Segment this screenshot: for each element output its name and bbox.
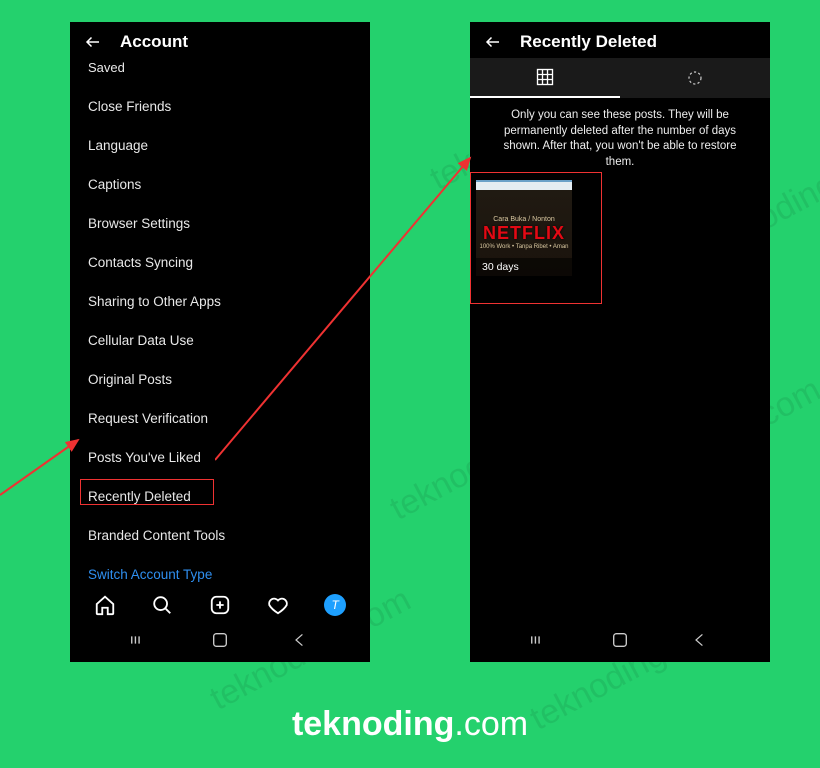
brand-bold: teknoding xyxy=(292,705,454,743)
recents-key-icon[interactable] xyxy=(129,632,151,648)
info-text: Only you can see these posts. They will … xyxy=(470,98,770,178)
account-menu[interactable]: Saved Close Friends Language Captions Br… xyxy=(70,58,370,584)
menu-item-contacts-syncing[interactable]: Contacts Syncing xyxy=(70,243,370,282)
menu-item-branded-content[interactable]: Branded Content Tools xyxy=(70,516,370,555)
annotation-highlight-box xyxy=(470,172,602,304)
deleted-items-grid: Cara Buka / Nonton NETFLIX 100% Work • T… xyxy=(470,178,770,278)
menu-item-cellular-data[interactable]: Cellular Data Use xyxy=(70,321,370,360)
menu-item-recently-deleted[interactable]: Recently Deleted xyxy=(70,477,370,516)
system-nav-bar xyxy=(470,622,770,662)
search-icon[interactable] xyxy=(151,594,173,616)
heart-icon[interactable] xyxy=(267,594,289,616)
menu-item-saved[interactable]: Saved xyxy=(70,58,370,87)
recents-key-icon[interactable] xyxy=(529,632,551,648)
back-key-icon[interactable] xyxy=(689,632,711,648)
brand-light: .com xyxy=(454,705,528,743)
content-type-tabs xyxy=(470,58,770,98)
menu-item-language[interactable]: Language xyxy=(70,126,370,165)
profile-avatar-icon[interactable]: T xyxy=(324,594,346,616)
home-icon[interactable] xyxy=(94,594,116,616)
account-settings-screen: Account Saved Close Friends Language Cap… xyxy=(70,22,370,662)
add-post-icon[interactable] xyxy=(209,594,231,616)
back-arrow-icon[interactable] xyxy=(84,33,102,51)
back-key-icon[interactable] xyxy=(289,632,311,648)
menu-item-request-verification[interactable]: Request Verification xyxy=(70,399,370,438)
bottom-tab-bar: T xyxy=(70,584,370,622)
menu-item-close-friends[interactable]: Close Friends xyxy=(70,87,370,126)
tab-stories[interactable] xyxy=(620,58,770,98)
menu-item-browser-settings[interactable]: Browser Settings xyxy=(70,204,370,243)
menu-item-sharing-other-apps[interactable]: Sharing to Other Apps xyxy=(70,282,370,321)
system-nav-bar xyxy=(70,622,370,662)
menu-item-captions[interactable]: Captions xyxy=(70,165,370,204)
menu-item-posts-liked[interactable]: Posts You've Liked xyxy=(70,438,370,477)
menu-item-original-posts[interactable]: Original Posts xyxy=(70,360,370,399)
annotation-highlight-box xyxy=(80,479,214,505)
header: Account xyxy=(70,22,370,58)
page-title: Recently Deleted xyxy=(520,32,657,52)
tab-grid[interactable] xyxy=(470,58,620,98)
home-key-icon[interactable] xyxy=(609,632,631,648)
footer-brand: teknoding.com xyxy=(0,705,820,744)
header: Recently Deleted xyxy=(470,22,770,58)
menu-link-switch-account-type[interactable]: Switch Account Type xyxy=(70,555,370,584)
home-key-icon[interactable] xyxy=(209,632,231,648)
recently-deleted-screen: Recently Deleted Only you can see these … xyxy=(470,22,770,662)
back-arrow-icon[interactable] xyxy=(484,33,502,51)
page-title: Account xyxy=(120,32,188,52)
